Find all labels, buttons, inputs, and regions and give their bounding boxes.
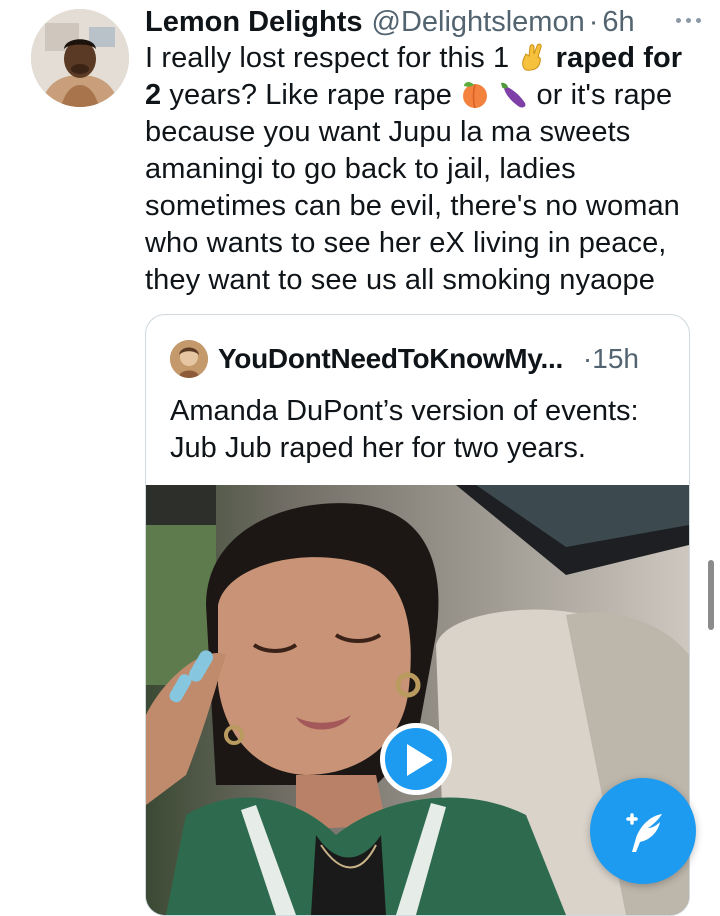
tweet-text-part-3: or it's rape because you want Jupu la ma…	[145, 79, 680, 296]
compose-tweet-button[interactable]	[590, 778, 696, 884]
scrollbar-thumb[interactable]	[708, 560, 714, 630]
quoted-avatar-photo	[170, 340, 208, 378]
author-handle[interactable]: @Delightslemon	[372, 6, 585, 39]
quoted-author-avatar[interactable]	[170, 340, 208, 378]
separator-dot: ·	[588, 5, 599, 38]
quoted-author-name[interactable]: YouDontNeedToKnowMy...	[218, 343, 563, 375]
quoted-tweet-header: YouDontNeedToKnowMy... ·15h	[170, 339, 670, 379]
compose-feather-icon	[626, 813, 662, 852]
eggplant-emoji-icon	[501, 82, 526, 108]
author-avatar[interactable]	[31, 9, 129, 107]
tweet-time[interactable]: 6h	[602, 6, 634, 39]
peach-emoji-icon	[463, 82, 488, 109]
play-icon	[407, 744, 433, 776]
tweet-text-part-2: years? Like rape rape	[169, 79, 453, 111]
quoted-tweet-time[interactable]: ·15h	[583, 343, 639, 375]
crossed-fingers-emoji-icon	[522, 43, 543, 71]
avatar-photo	[31, 9, 129, 107]
more-options-icon[interactable]	[675, 10, 705, 30]
quoted-tweet-text: Amanda DuPont’s version of events: Jub J…	[170, 395, 639, 464]
tweet-text-bold-1: raped for	[555, 42, 683, 74]
tweet-text: I really lost respect for this 1 raped f…	[145, 40, 695, 299]
play-button[interactable]	[380, 723, 452, 795]
tweet-text-bold-2: 2	[145, 79, 162, 111]
tweet-text-part-1: I really lost respect for this 1	[145, 42, 510, 74]
author-name[interactable]: Lemon Delights	[145, 6, 363, 39]
tweet-header: Lemon Delights @Delightslemon · 6h	[145, 4, 705, 40]
